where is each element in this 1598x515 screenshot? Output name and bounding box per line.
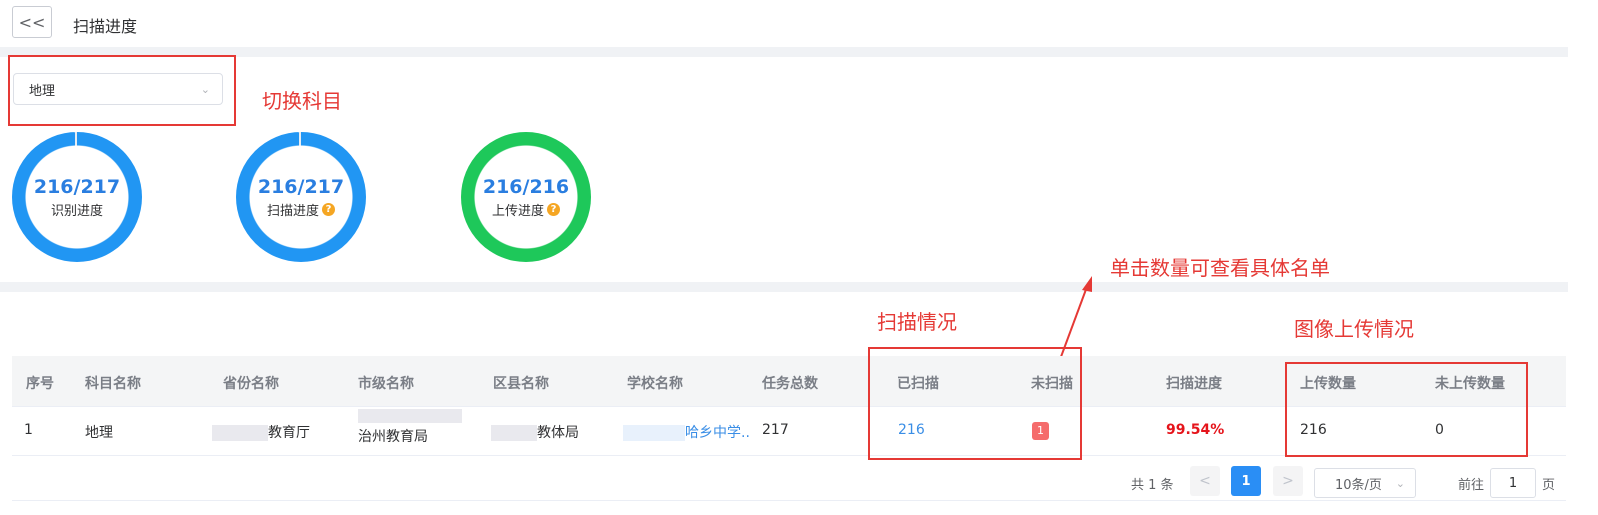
cell-scan-progress: 99.54% [1166,422,1225,438]
cell-school-link[interactable]: 哈乡中学.. [623,422,750,442]
column-header: 学校名称 [627,376,683,392]
page-size-value: 10条/页 [1335,477,1382,493]
progress-label: 上传进度 [491,203,544,219]
page-number-button[interactable]: 1 [1231,466,1261,496]
redacted-block [623,425,685,441]
double-chevron-left-icon: << [18,12,46,32]
progress-ring-recognition: 216/217 识别进度 [12,132,142,262]
goto-label: 前往 [1458,478,1485,493]
annotation-click-hint: 单击数量可查看具体名单 [1110,256,1330,280]
redacted-block [358,409,462,423]
annotation-switch-subject: 切换科目 [262,89,342,113]
annotation-box-subject [8,55,236,126]
column-header: 市级名称 [358,376,414,392]
page-suffix: 页 [1542,478,1556,493]
column-header: 区县名称 [493,376,549,392]
goto-page-input[interactable]: 1 [1490,468,1536,498]
column-header: 科目名称 [85,376,141,392]
section-divider [0,282,1568,292]
progress-ring-scan: 216/217 扫描进度? [236,132,366,262]
cell-province: 教育厅 [212,422,310,442]
page-title: 扫描进度 [73,17,138,36]
cell-subject: 地理 [85,425,113,441]
help-icon[interactable]: ? [547,202,560,216]
column-header: 扫描进度 [1166,376,1222,392]
progress-value: 216/216 [482,175,570,198]
progress-ring-upload: 216/216 上传进度? [461,132,591,262]
cell-district: 教体局 [491,422,579,442]
redacted-block [491,425,537,441]
cell-index: 1 [24,422,33,438]
help-icon[interactable]: ? [322,202,335,216]
column-header: 序号 [26,376,54,392]
progress-label: 识别进度 [50,203,103,219]
prev-page-button[interactable]: < [1190,466,1220,496]
cell-total: 217 [762,422,789,438]
pagination-total: 共 1 条 [1131,478,1174,493]
page-size-select[interactable]: 10条/页 ⌄ [1314,468,1416,498]
chevron-down-icon: ⌄ [1395,476,1405,490]
annotation-scan-status: 扫描情况 [877,310,957,334]
cell-city: 治州教育局 [358,409,462,447]
annotation-box-scan [868,347,1082,460]
back-button[interactable]: << [12,6,52,38]
progress-value: 216/217 [257,175,345,198]
annotation-upload-status: 图像上传情况 [1294,317,1414,341]
column-header: 省份名称 [223,376,279,392]
next-page-button[interactable]: > [1273,466,1303,496]
redacted-block [212,425,268,441]
progress-label: 扫描进度 [266,203,319,219]
annotation-box-upload [1285,362,1528,457]
chevron-left-icon: < [1199,473,1211,489]
column-header: 任务总数 [762,376,818,392]
chevron-right-icon: > [1282,473,1294,489]
progress-value: 216/217 [33,175,121,198]
